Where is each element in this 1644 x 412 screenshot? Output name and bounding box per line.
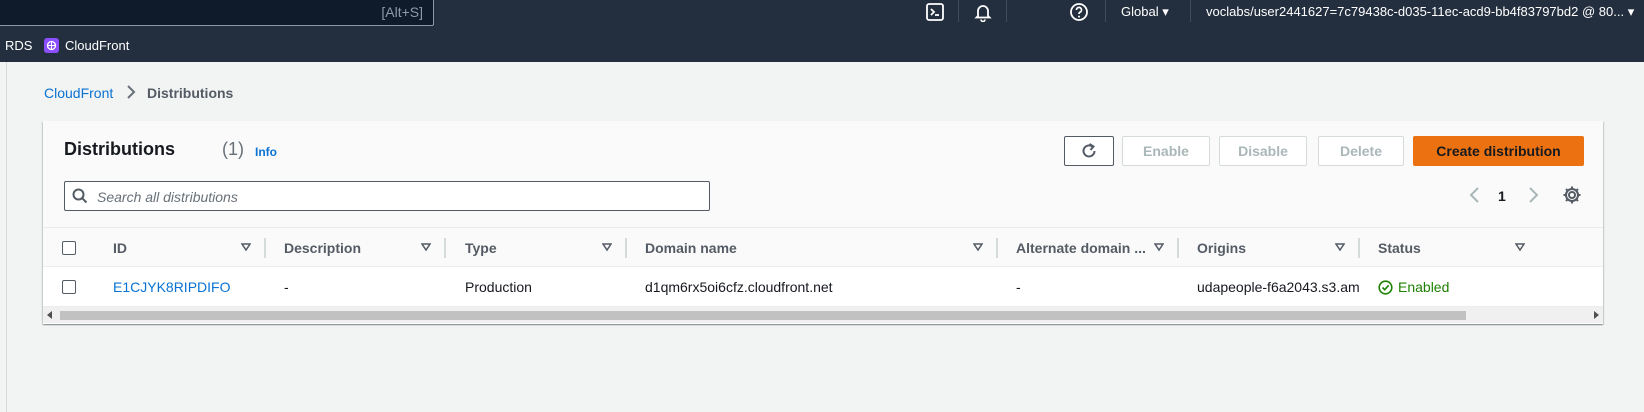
next-page-icon[interactable] (1526, 186, 1540, 204)
column-header-origins[interactable]: Origins (1197, 240, 1246, 256)
refresh-button[interactable] (1064, 136, 1114, 166)
search-field[interactable] (64, 181, 710, 211)
sort-caret-icon[interactable] (421, 242, 431, 252)
refresh-icon (1082, 143, 1096, 158)
page-title: Distributions (64, 139, 175, 159)
gear-icon[interactable] (1562, 185, 1582, 205)
chevron-right-icon (127, 85, 136, 99)
breadcrumb-cloudfront[interactable]: CloudFront (44, 85, 113, 101)
select-all-checkbox[interactable] (62, 241, 76, 255)
row-checkbox[interactable] (62, 280, 76, 294)
sort-caret-icon[interactable] (1335, 242, 1345, 252)
panel-header: Distributions (1) Info Enable Disable De… (43, 121, 1603, 227)
sort-caret-icon[interactable] (1515, 242, 1525, 252)
distribution-id-link[interactable]: E1CJYK8RIPDIFO (113, 279, 230, 295)
cell-alternate-domain: - (1016, 279, 1021, 295)
cloudfront-service-icon (44, 38, 59, 53)
scroll-right-icon[interactable] (1594, 311, 1599, 319)
account-label: voclabs/user2441627=7c79438c-d035-11ec-a… (1206, 4, 1625, 19)
disable-button[interactable]: Disable (1219, 136, 1307, 166)
breadcrumb-current: Distributions (147, 85, 234, 101)
column-divider[interactable] (625, 238, 627, 258)
cell-status: Enabled (1398, 279, 1450, 295)
caret-down-icon: ▾ (1162, 4, 1169, 19)
column-header-description[interactable]: Description (284, 240, 361, 256)
status-success-icon (1378, 280, 1393, 295)
search-shortcut-hint: [Alt+S] (381, 4, 423, 20)
nav-divider (1105, 0, 1106, 22)
sort-caret-icon[interactable] (602, 242, 612, 252)
cell-origins: udapeople-f6a2043.s3.amazonaws.com (1197, 279, 1359, 295)
sort-caret-icon[interactable] (1154, 242, 1164, 252)
column-divider[interactable] (1358, 238, 1360, 258)
column-divider[interactable] (444, 238, 446, 258)
search-input[interactable] (95, 186, 699, 208)
region-selector[interactable]: Global ▾ (1121, 4, 1169, 20)
horizontal-scrollbar[interactable] (43, 307, 1603, 323)
column-header-domain-name[interactable]: Domain name (645, 240, 737, 256)
column-divider[interactable] (264, 238, 266, 258)
region-label: Global (1121, 4, 1159, 19)
help-icon[interactable] (1069, 2, 1089, 22)
previous-page-icon[interactable] (1468, 186, 1482, 204)
table-header: ID Description Type Domain name Alternat… (43, 227, 1603, 267)
caret-down-icon: ▾ (1627, 4, 1635, 19)
column-header-id[interactable]: ID (113, 240, 127, 256)
global-search-box[interactable]: [Alt+S] (0, 0, 434, 26)
column-divider[interactable] (996, 238, 998, 258)
cell-domain-name: d1qm6rx5oi6cfz.cloudfront.net (645, 279, 833, 295)
nav-divider (958, 0, 959, 22)
info-link[interactable]: Info (255, 145, 277, 159)
column-divider[interactable] (1177, 238, 1179, 258)
side-nav-edge (0, 62, 7, 412)
nav-divider (1190, 0, 1191, 22)
cloudshell-icon[interactable] (925, 2, 945, 22)
distributions-panel: Distributions (1) Info Enable Disable De… (43, 121, 1603, 324)
current-page[interactable]: 1 (1498, 188, 1506, 204)
search-icon (72, 188, 88, 204)
sort-caret-icon[interactable] (973, 242, 983, 252)
favorite-cloudfront[interactable]: CloudFront (65, 38, 129, 53)
column-header-type[interactable]: Type (465, 240, 497, 256)
bell-icon[interactable] (973, 2, 993, 22)
cell-description: - (284, 279, 289, 295)
scrollbar-thumb[interactable] (60, 311, 1466, 320)
enable-button[interactable]: Enable (1122, 136, 1210, 166)
delete-button[interactable]: Delete (1318, 136, 1404, 166)
nav-divider (1006, 0, 1007, 22)
sort-caret-icon[interactable] (241, 242, 251, 252)
distribution-count: (1) (222, 139, 244, 159)
scroll-left-icon[interactable] (47, 311, 52, 319)
table-row: E1CJYK8RIPDIFO - Production d1qm6rx5oi6c… (43, 267, 1603, 307)
column-header-alternate-domain[interactable]: Alternate domain ... (1016, 240, 1146, 256)
column-header-status[interactable]: Status (1378, 240, 1421, 256)
top-navigation: [Alt+S] Global ▾ voclabs/user2441627=7c7… (0, 0, 1644, 62)
cell-type: Production (465, 279, 532, 295)
favorite-rds[interactable]: RDS (5, 38, 32, 53)
account-menu[interactable]: voclabs/user2441627=7c79438c-d035-11ec-a… (1206, 4, 1634, 20)
create-distribution-button[interactable]: Create distribution (1413, 136, 1584, 166)
